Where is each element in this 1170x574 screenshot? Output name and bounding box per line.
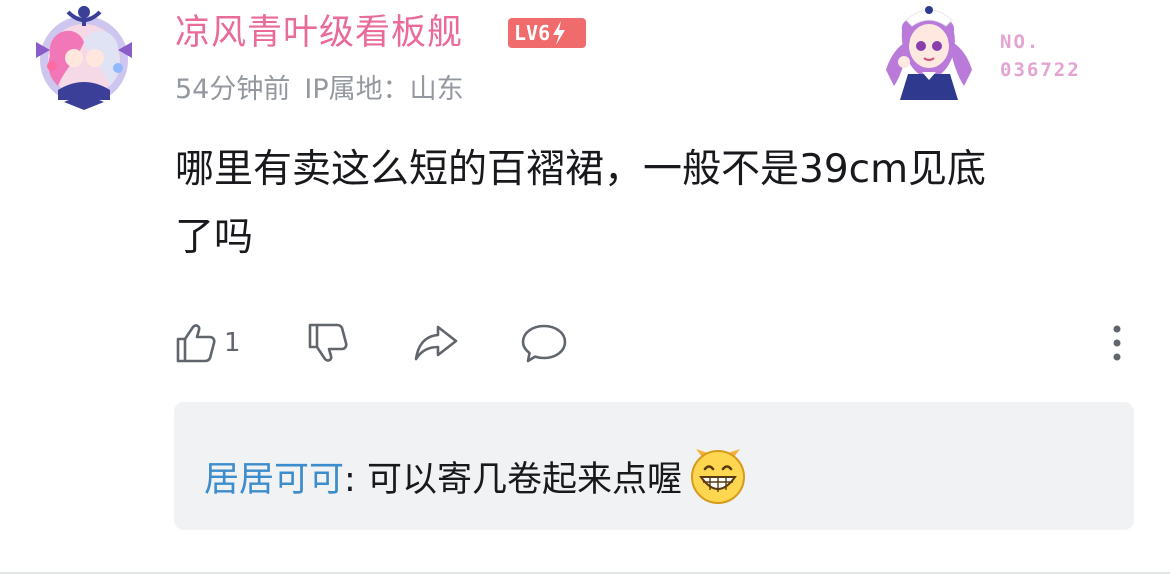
- dislike-button[interactable]: [304, 318, 352, 368]
- comment-action-bar: 1: [172, 318, 1132, 368]
- reply-username[interactable]: 居居可可: [204, 460, 344, 500]
- comment-text-line: 哪里有卖这么短的百褶裙，一般不是39cm见底: [175, 147, 987, 192]
- fan-badge-prefix: NO.: [1000, 31, 1041, 53]
- more-options-button[interactable]: [1102, 318, 1132, 368]
- username[interactable]: 凉风青叶级看板舰: [175, 10, 463, 56]
- anime-avatar-with-anchor-frame: [36, 6, 132, 110]
- reply-line: 居居可可: 可以寄几卷起来点喔: [204, 445, 748, 505]
- user-avatar[interactable]: [28, 2, 140, 114]
- vertical-dots-icon: [1113, 325, 1121, 361]
- thumbs-down-icon: [308, 323, 348, 362]
- reply-text: 可以寄几卷起来点喔: [366, 460, 682, 500]
- share-arrow-icon: [414, 325, 458, 361]
- comment-text-line: 了吗: [175, 215, 254, 260]
- comment-time: 54分钟前: [175, 74, 291, 105]
- like-button[interactable]: 1: [172, 318, 241, 368]
- level-badge: LV6: [508, 18, 586, 48]
- anime-maid-character: [886, 6, 972, 100]
- reply-button[interactable]: [520, 318, 568, 368]
- comment-meta: 54分钟前 IP属地：山东: [175, 72, 464, 108]
- lightning-bolt-icon: [550, 18, 568, 48]
- reply-preview[interactable]: 居居可可: 可以寄几卷起来点喔: [174, 402, 1134, 530]
- reply-separator: :: [344, 460, 367, 500]
- grinning-emoji-icon: [688, 445, 748, 505]
- comment-content: 哪里有卖这么短的百褶裙，一般不是39cm见底 了吗: [175, 142, 1125, 266]
- speech-bubble-icon: [521, 324, 567, 363]
- level-text: LV6: [514, 21, 551, 45]
- fan-card[interactable]: NO. 036722: [872, 0, 1112, 104]
- share-button[interactable]: [412, 318, 460, 368]
- fan-badge-number: 036722: [1000, 59, 1081, 81]
- ip-location: IP属地：山东: [304, 74, 464, 105]
- thumbs-up-icon: [176, 324, 216, 363]
- like-count: 1: [224, 328, 241, 358]
